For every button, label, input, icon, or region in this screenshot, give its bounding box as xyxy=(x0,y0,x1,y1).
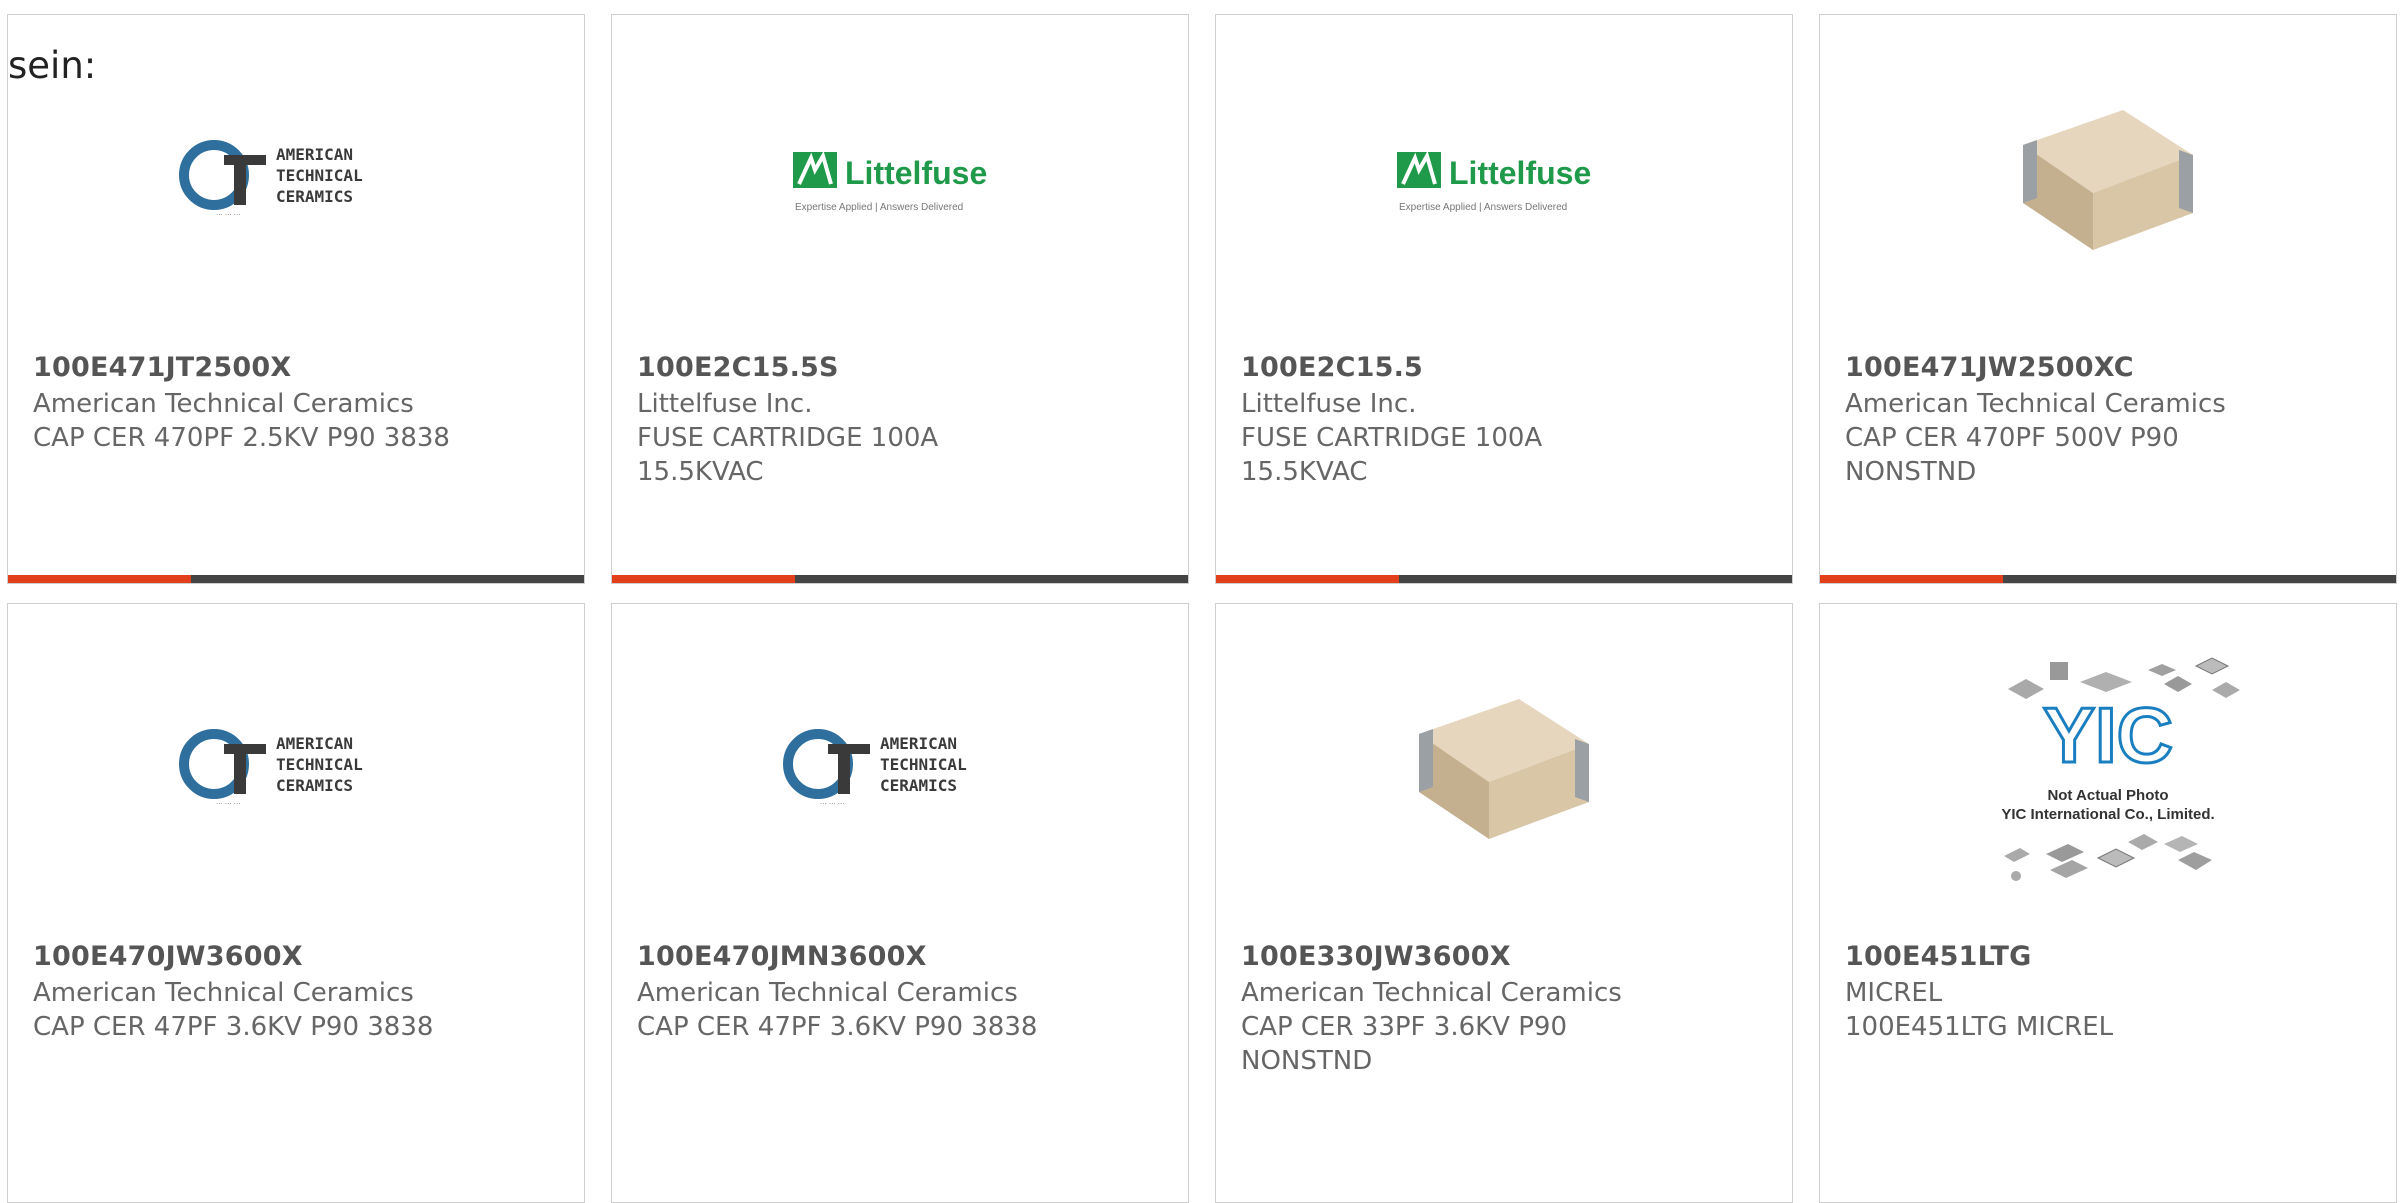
product-card[interactable]: YIC Not Actual Photo YIC International C… xyxy=(1819,603,2397,1203)
card-accent-bar xyxy=(1820,575,2396,583)
part-number[interactable]: 100E471JW2500XC xyxy=(1845,352,2356,383)
description: CAP CER 47PF 3.6KV P90 3838 xyxy=(33,1012,434,1042)
svg-text:CERAMICS: CERAMICS xyxy=(880,776,957,795)
atc-logo: ··· ··· ··· AMERICAN TECHNICAL CERAMICS xyxy=(612,644,1188,894)
svg-text:Expertise Applied | Answers De: Expertise Applied | Answers Delivered xyxy=(1399,202,1567,213)
svg-text:AMERICAN: AMERICAN xyxy=(880,734,957,753)
part-number[interactable]: 100E2C15.5 xyxy=(1241,352,1752,383)
manufacturer: American Technical Ceramics xyxy=(33,978,414,1008)
svg-text:Littelfuse: Littelfuse xyxy=(845,155,987,191)
description: CAP CER 33PF 3.6KV P90 xyxy=(1241,1012,1567,1042)
part-number[interactable]: 100E451LTG xyxy=(1845,941,2356,972)
svg-text:··· ··· ···: ··· ··· ··· xyxy=(820,800,844,808)
atc-logo: ··· ··· ··· AMERICAN TECHNICAL CERAMICS xyxy=(8,55,584,305)
svg-text:Not Actual Photo: Not Actual Photo xyxy=(2047,787,2168,804)
description: FUSE CARTRIDGE 100A xyxy=(1241,423,1543,453)
description: NONSTND xyxy=(1845,457,1977,487)
part-number[interactable]: 100E2C15.5S xyxy=(637,352,1148,383)
card-accent-bar xyxy=(612,575,1188,583)
description: CAP CER 470PF 500V P90 xyxy=(1845,423,2179,453)
manufacturer: American Technical Ceramics xyxy=(637,978,1018,1008)
product-card[interactable]: ··· ··· ··· AMERICAN TECHNICAL CERAMICS … xyxy=(611,603,1189,1203)
description: 100E451LTG MICREL xyxy=(1845,1012,2114,1042)
svg-text:TECHNICAL: TECHNICAL xyxy=(276,166,363,185)
svg-text:··· ··· ···: ··· ··· ··· xyxy=(216,211,240,219)
atc-logo: ··· ··· ··· AMERICAN TECHNICAL CERAMICS xyxy=(8,644,584,894)
card-accent-bar xyxy=(1216,575,1792,583)
product-card[interactable]: ··· ··· ··· AMERICAN TECHNICAL CERAMICS … xyxy=(7,14,585,584)
capacitor-photo xyxy=(1216,644,1792,894)
svg-text:Expertise Applied | Answers De: Expertise Applied | Answers Delivered xyxy=(795,202,963,213)
svg-text:CERAMICS: CERAMICS xyxy=(276,776,353,795)
littelfuse-logo: Littelfuse Expertise Applied | Answers D… xyxy=(1216,55,1792,305)
description: CAP CER 47PF 3.6KV P90 3838 xyxy=(637,1012,1038,1042)
svg-text:CERAMICS: CERAMICS xyxy=(276,187,353,206)
description: CAP CER 470PF 2.5KV P90 3838 xyxy=(33,423,450,453)
product-card[interactable]: 100E330JW3600X American Technical Cerami… xyxy=(1215,603,1793,1203)
manufacturer: Littelfuse Inc. xyxy=(637,389,813,419)
svg-text:AMERICAN: AMERICAN xyxy=(276,734,353,753)
svg-text:YIC International Co., Limited: YIC International Co., Limited. xyxy=(2001,806,2214,823)
product-card[interactable]: ··· ··· ··· AMERICAN TECHNICAL CERAMICS … xyxy=(7,603,585,1203)
card-accent-bar xyxy=(8,575,584,583)
product-card[interactable]: Littelfuse Expertise Applied | Answers D… xyxy=(611,14,1189,584)
svg-text:TECHNICAL: TECHNICAL xyxy=(880,755,967,774)
manufacturer: MICREL xyxy=(1845,978,1943,1008)
product-card[interactable]: Littelfuse Expertise Applied | Answers D… xyxy=(1215,14,1793,584)
svg-text:YIC: YIC xyxy=(2043,691,2173,779)
manufacturer: American Technical Ceramics xyxy=(1241,978,1622,1008)
svg-text:TECHNICAL: TECHNICAL xyxy=(276,755,363,774)
part-number[interactable]: 100E330JW3600X xyxy=(1241,941,1752,972)
svg-text:Littelfuse: Littelfuse xyxy=(1449,155,1591,191)
description: 15.5KVAC xyxy=(1241,457,1368,487)
description: NONSTND xyxy=(1241,1046,1373,1076)
part-number[interactable]: 100E470JW3600X xyxy=(33,941,544,972)
intro-text: sein: xyxy=(8,44,97,87)
manufacturer: American Technical Ceramics xyxy=(1845,389,2226,419)
svg-text:AMERICAN: AMERICAN xyxy=(276,145,353,164)
description: FUSE CARTRIDGE 100A xyxy=(637,423,939,453)
part-number[interactable]: 100E470JMN3600X xyxy=(637,941,1148,972)
manufacturer: American Technical Ceramics xyxy=(33,389,414,419)
littelfuse-logo: Littelfuse Expertise Applied | Answers D… xyxy=(612,55,1188,305)
yic-placeholder-image: YIC Not Actual Photo YIC International C… xyxy=(1820,644,2396,894)
manufacturer: Littelfuse Inc. xyxy=(1241,389,1417,419)
product-card[interactable]: 100E471JW2500XC American Technical Ceram… xyxy=(1819,14,2397,584)
capacitor-photo xyxy=(1820,55,2396,305)
svg-text:··· ··· ···: ··· ··· ··· xyxy=(216,800,240,808)
part-number[interactable]: 100E471JT2500X xyxy=(33,352,544,383)
description: 15.5KVAC xyxy=(637,457,764,487)
